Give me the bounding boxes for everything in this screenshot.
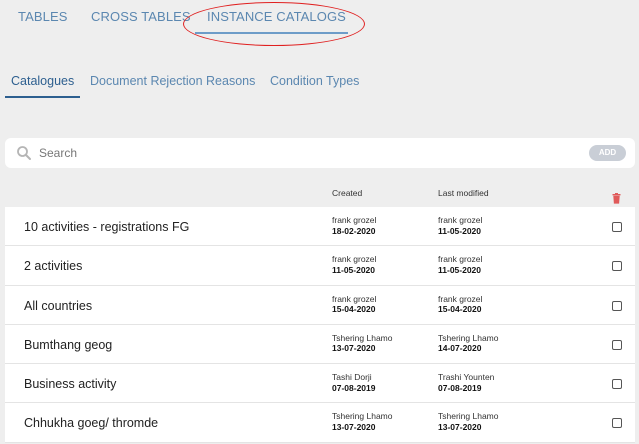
created-by: frank grozel [332,254,377,265]
subtab-condition-types[interactable]: Condition Types [270,74,359,88]
modified-cell: frank grozel 15-04-2020 [438,294,482,315]
catalog-name: Bumthang geog [24,337,113,352]
active-subtab-indicator [5,96,80,98]
catalog-name: Chhukha goeg/ thromde [24,416,159,431]
created-date: 13-07-2020 [332,343,376,354]
modified-by: frank grozel [438,254,483,265]
modified-date: 14-07-2020 [438,343,482,354]
created-date: 15-04-2020 [332,304,376,315]
modified-by: Tshering Lhamo [438,411,499,422]
tab-cross-tables[interactable]: CROSS TABLES [91,9,191,24]
modified-date: 07-08-2019 [438,382,482,393]
catalog-name: 2 activities [24,259,83,274]
created-by: frank grozel [332,293,377,304]
table-row[interactable]: Business activity Tashi Dorji 07-08-2019 … [5,364,635,404]
modified-cell: Tshering Lhamo 14-07-2020 [438,333,498,354]
table-row[interactable]: 2 activities frank grozel 11-05-2020 fran… [5,246,635,286]
modified-date: 13-07-2020 [438,421,482,432]
modified-cell: Tshering Lhamo 13-07-2020 [438,411,498,432]
tab-tables[interactable]: TABLES [18,9,68,24]
created-by: Tshering Lhamo [332,411,393,422]
catalog-name: All countries [24,298,93,313]
row-checkbox[interactable] [612,222,622,232]
subtab-catalogues[interactable]: Catalogues [11,74,74,88]
catalog-name: 10 activities - registrations FG [24,220,190,234]
row-checkbox[interactable] [612,261,622,272]
created-by: frank grozel [332,215,377,225]
row-checkbox[interactable] [612,339,622,350]
created-date: 18-02-2020 [332,225,376,236]
modified-cell: Trashi Younten 07-08-2019 [438,372,494,393]
modified-cell: frank grozel 11-05-2020 [438,254,482,275]
column-header-last-modified: Last modified [438,188,489,198]
modified-by: frank grozel [438,215,483,225]
created-cell: frank grozel 18-02-2020 [332,215,376,236]
modified-cell: frank grozel 11-05-2020 [438,215,482,236]
created-date: 13-07-2020 [332,421,376,432]
catalog-table: 10 activities - registrations FG frank g… [5,207,635,443]
column-header-created: Created [332,188,363,198]
table-row[interactable]: Chhukha goeg/ thromde Tshering Lhamo 13-0… [5,403,635,443]
created-cell: frank grozel 11-05-2020 [332,254,376,275]
catalog-name: Business activity [24,377,117,392]
table-row[interactable]: 10 activities - registrations FG frank g… [5,207,635,247]
modified-date: 11-05-2020 [438,264,482,275]
modified-by: Trashi Younten [438,372,495,383]
search-input[interactable] [39,143,559,163]
table-row[interactable]: Bumthang geog Tshering Lhamo 13-07-2020 T… [5,324,635,365]
created-cell: Tshering Lhamo 13-07-2020 [332,411,392,432]
row-checkbox[interactable] [612,379,622,390]
modified-date: 11-05-2020 [438,225,482,236]
created-by: Tashi Dorji [332,372,372,383]
created-date: 11-05-2020 [332,264,376,275]
table-row[interactable]: All countries frank grozel 15-04-2020 fra… [5,285,635,325]
subtab-document-rejection-reasons[interactable]: Document Rejection Reasons [90,74,255,88]
created-date: 07-08-2019 [332,382,376,393]
row-checkbox[interactable] [612,300,622,311]
modified-by: Tshering Lhamo [438,332,499,343]
search-icon [17,146,31,160]
created-cell: Tshering Lhamo 13-07-2020 [332,333,392,354]
created-by: Tshering Lhamo [332,332,393,343]
highlight-ring-annotation [183,2,365,46]
created-cell: Tashi Dorji 07-08-2019 [332,372,375,393]
created-cell: frank grozel 15-04-2020 [332,294,376,315]
trash-icon[interactable] [612,193,621,204]
modified-date: 15-04-2020 [438,304,482,315]
row-checkbox[interactable] [612,418,622,429]
modified-by: frank grozel [438,293,483,304]
search-bar: ADD [5,138,635,168]
add-button[interactable]: ADD [589,145,626,161]
